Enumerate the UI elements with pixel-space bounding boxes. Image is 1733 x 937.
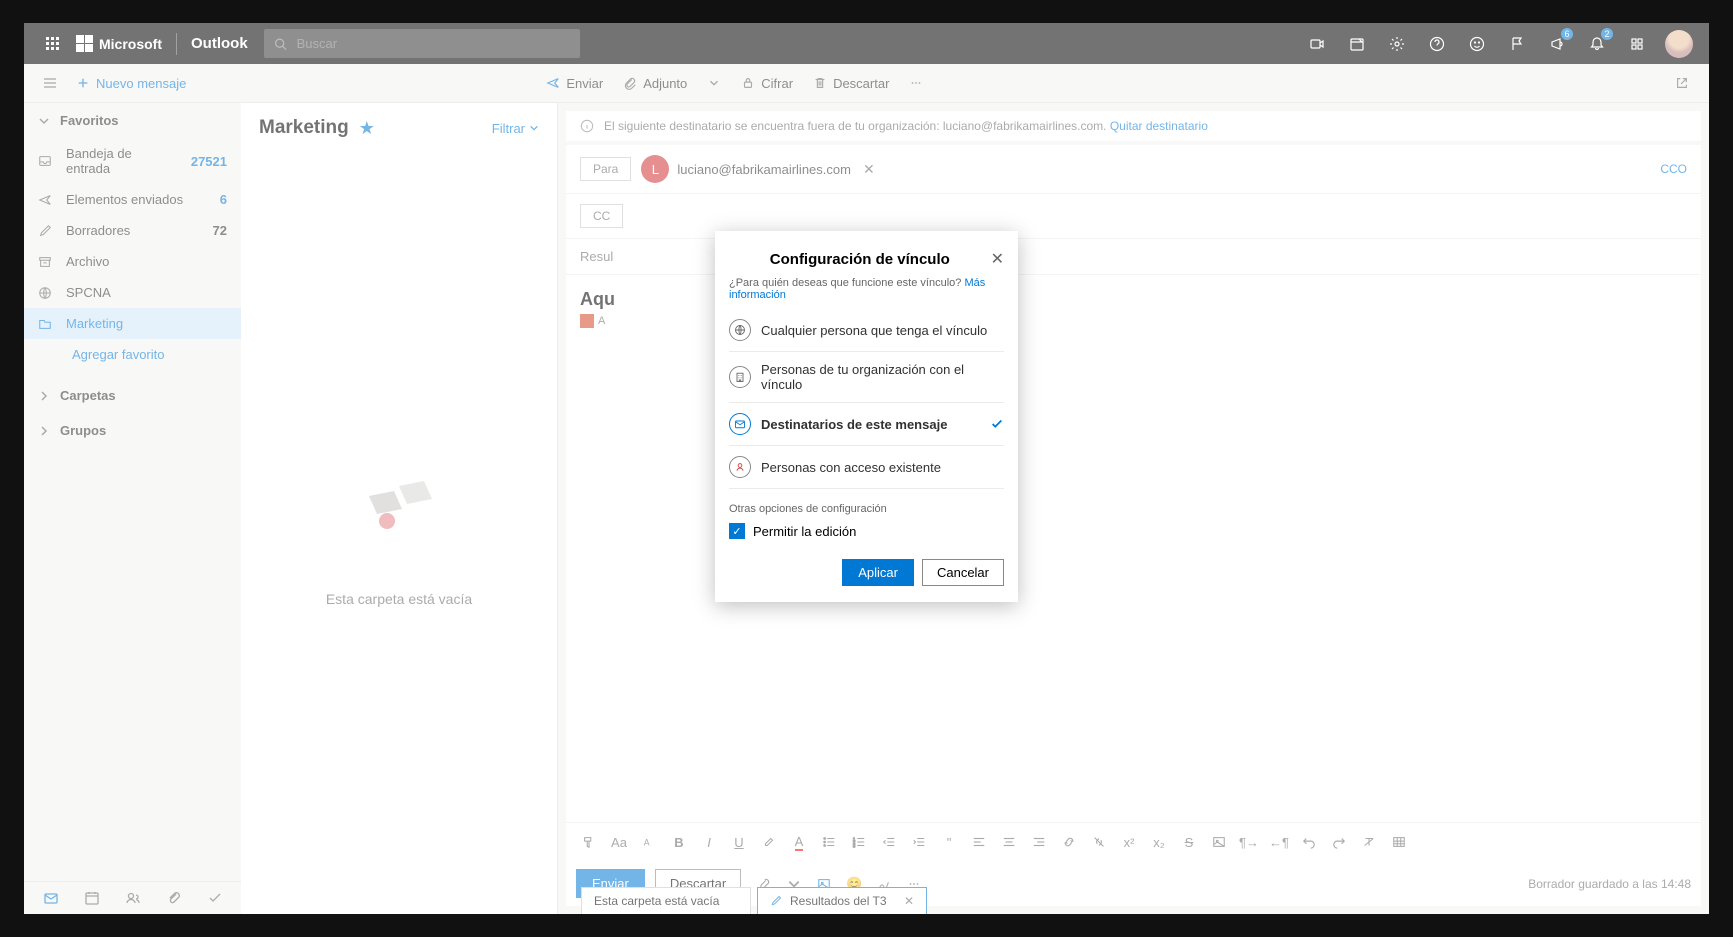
- other-options-header: Otras opciones de configuración: [729, 503, 1004, 515]
- globe-icon: [734, 324, 746, 336]
- option-existing[interactable]: Personas con acceso existente: [729, 446, 1004, 489]
- modal-title: Configuración de vínculo: [729, 251, 991, 268]
- close-icon[interactable]: ✕: [991, 249, 1004, 269]
- option-recipients[interactable]: Destinatarios de este mensaje: [729, 403, 1004, 446]
- option-anyone[interactable]: Cualquier persona que tenga el vínculo: [729, 309, 1004, 352]
- apply-button[interactable]: Aplicar: [842, 559, 914, 586]
- modal-subtitle: ¿Para quién deseas que funcione este vín…: [729, 277, 1004, 301]
- check-icon: [990, 417, 1004, 431]
- person-icon: [734, 461, 746, 473]
- modal-overlay: Configuración de vínculo ✕ ¿Para quién d…: [24, 23, 1709, 914]
- link-settings-modal: Configuración de vínculo ✕ ¿Para quién d…: [715, 231, 1018, 602]
- allow-edit-checkbox[interactable]: ✓ Permitir la edición: [729, 523, 1004, 539]
- checkbox-checked-icon: ✓: [729, 523, 745, 539]
- cancel-button[interactable]: Cancelar: [922, 559, 1004, 586]
- mail-icon: [734, 418, 746, 430]
- option-organization[interactable]: Personas de tu organización con el víncu…: [729, 352, 1004, 403]
- building-icon: [734, 371, 746, 383]
